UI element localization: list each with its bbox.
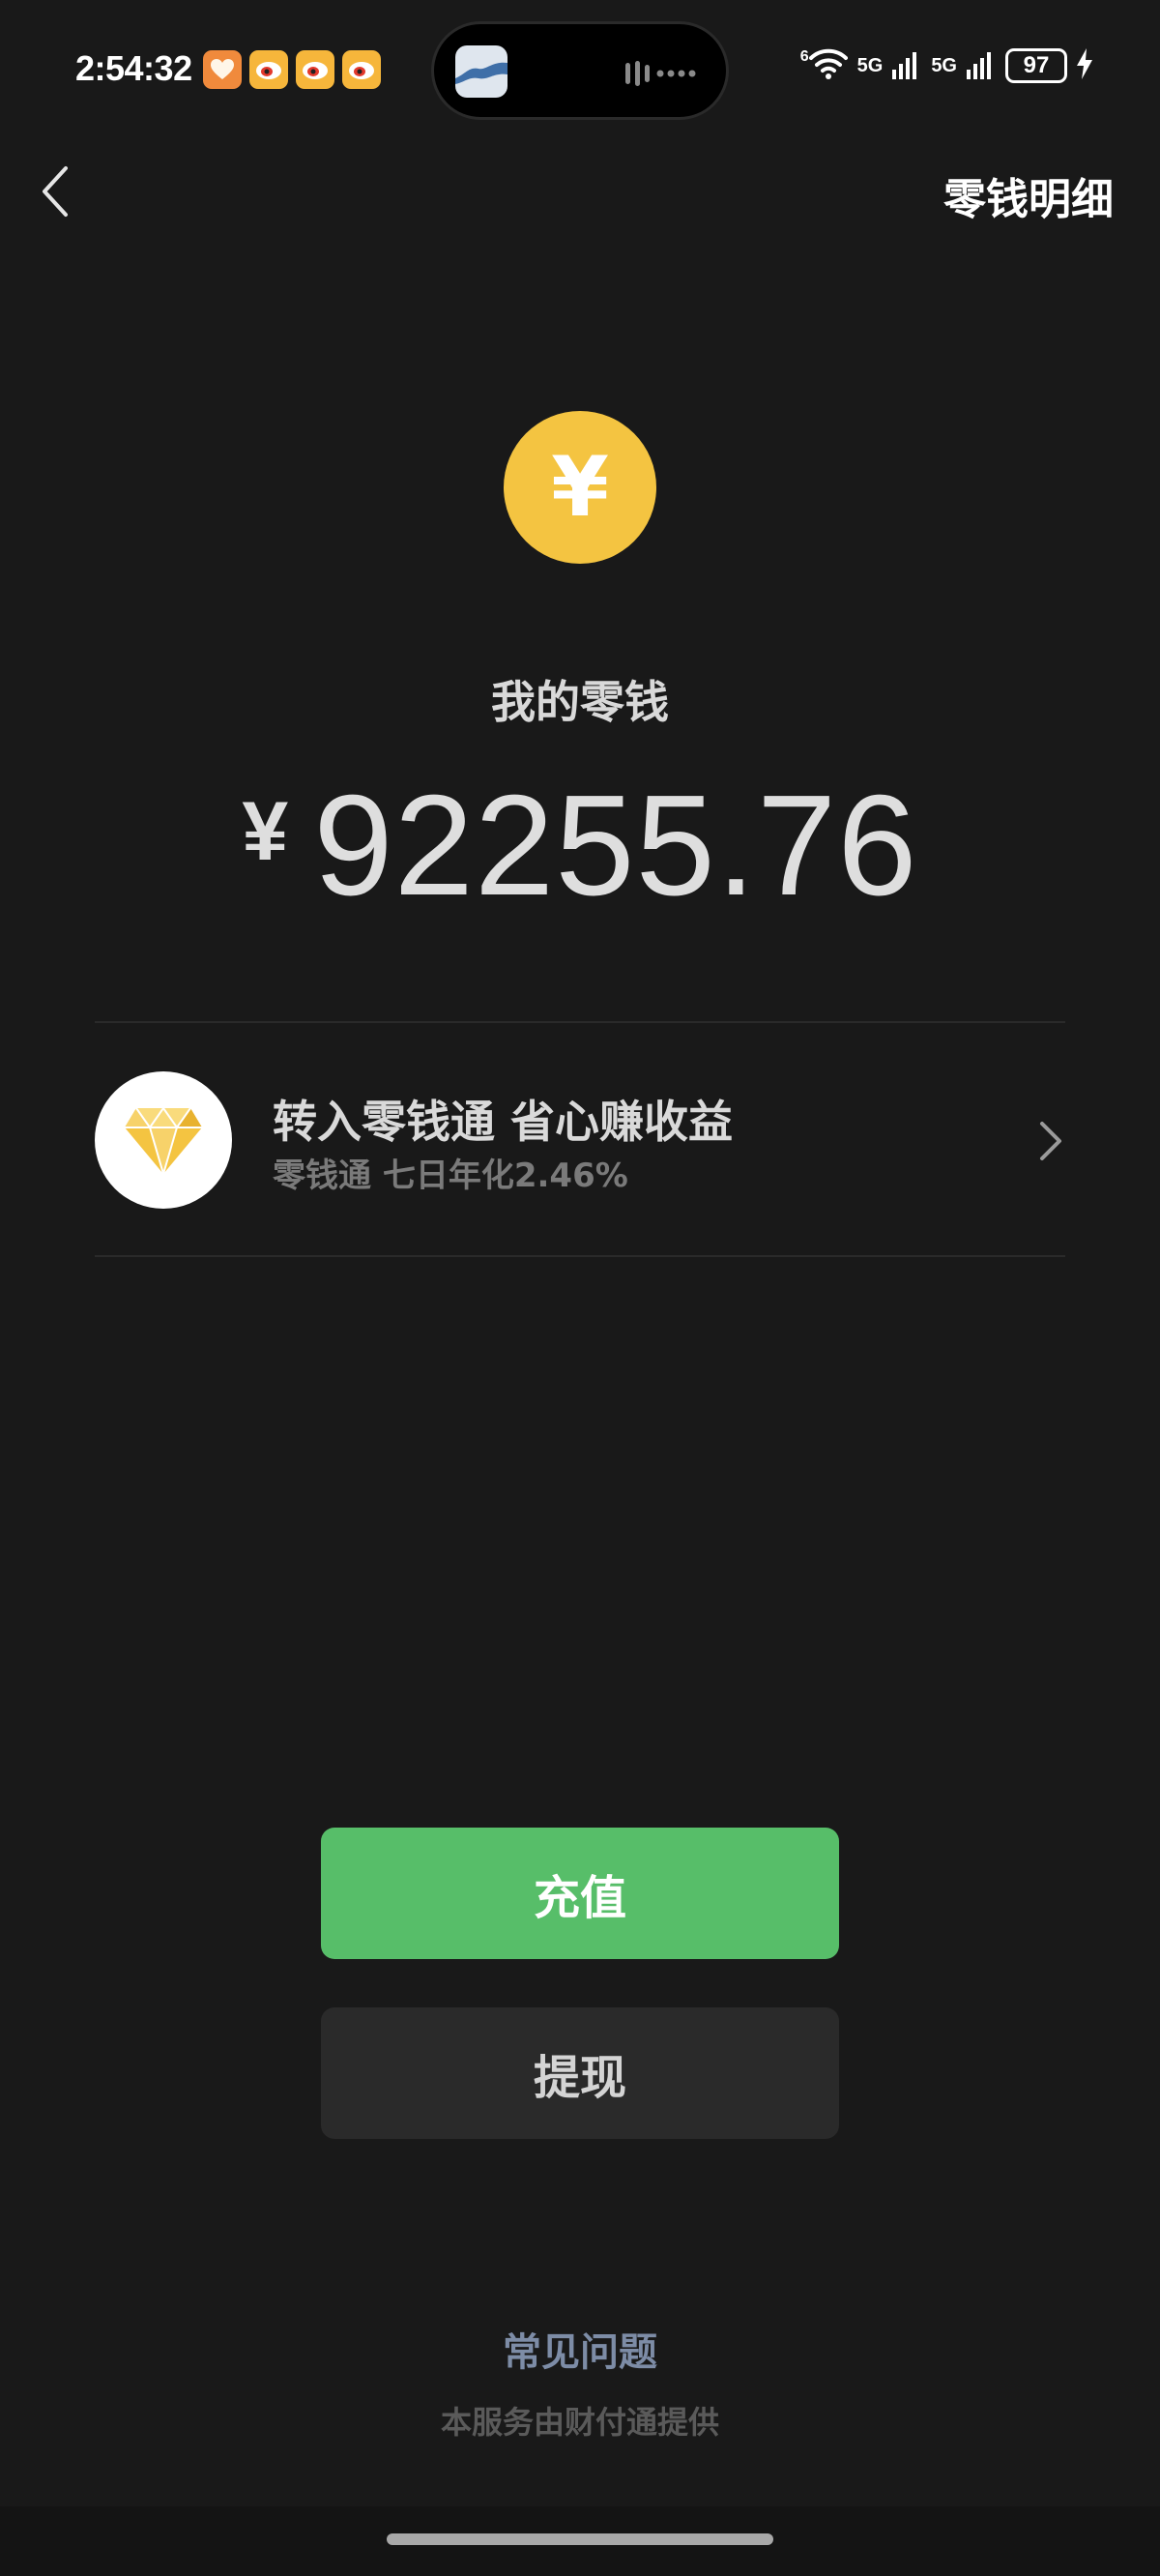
notification-icons <box>203 50 381 89</box>
audio-wave-icon <box>625 61 697 90</box>
promo-subtitle: 零钱通 七日年化2.46% <box>273 1156 628 1195</box>
dynamic-island[interactable] <box>431 21 729 120</box>
signal-icon <box>967 48 996 83</box>
weibo-app-icon <box>249 50 288 89</box>
transactions-link[interactable]: 零钱明细 <box>943 164 1114 226</box>
status-bar: 2:54:32 6 5G 5G 97 <box>0 0 1160 145</box>
wifi-badge: 6 <box>799 48 809 65</box>
weibo-app-icon <box>296 50 334 89</box>
wallet-label: 我的零钱 <box>491 676 669 728</box>
currency-symbol: ¥ <box>242 785 289 878</box>
coin-symbol: ¥ <box>551 439 609 536</box>
charging-icon <box>1077 48 1092 83</box>
chevron-left-icon <box>43 166 68 217</box>
health-app-icon <box>203 50 242 89</box>
recharge-button[interactable]: 充值 <box>321 1828 839 1959</box>
lingqiantong-promo-row[interactable]: 转入零钱通 省心赚收益 零钱通 七日年化2.46% <box>95 1023 1065 1255</box>
network-type-2: 5G <box>931 54 957 76</box>
back-button[interactable] <box>35 162 81 220</box>
status-time: 2:54:32 <box>75 48 192 88</box>
network-type-1: 5G <box>856 54 884 76</box>
signal-icon <box>892 48 921 83</box>
chevron-right-icon <box>1040 1122 1061 1160</box>
diamond-icon <box>95 1071 232 1209</box>
withdraw-button[interactable]: 提现 <box>321 2007 839 2139</box>
balance-amount: ¥92255.76 <box>0 764 1160 928</box>
battery-indicator: 97 <box>1005 48 1067 83</box>
divider <box>95 1255 1065 1257</box>
weibo-app-icon <box>342 50 381 89</box>
wifi-icon <box>808 48 848 83</box>
faq-link[interactable]: 常见问题 <box>0 2321 1160 2377</box>
system-indicators: 6 5G 5G 97 <box>800 48 1092 83</box>
balance-value: 92255.76 <box>313 766 918 925</box>
wallet-page: 2:54:32 6 5G 5G 97 零钱明细 ¥ 我的零钱 ¥ 92255.7… <box>0 0 1160 2576</box>
home-indicator[interactable] <box>387 2533 773 2545</box>
yuan-coin-icon: ¥ <box>504 411 656 564</box>
provider-note: 本服务由财付通提供 <box>440 2404 719 2441</box>
media-thumbnail-icon <box>455 45 508 98</box>
promo-title: 转入零钱通 省心赚收益 <box>273 1096 734 1148</box>
